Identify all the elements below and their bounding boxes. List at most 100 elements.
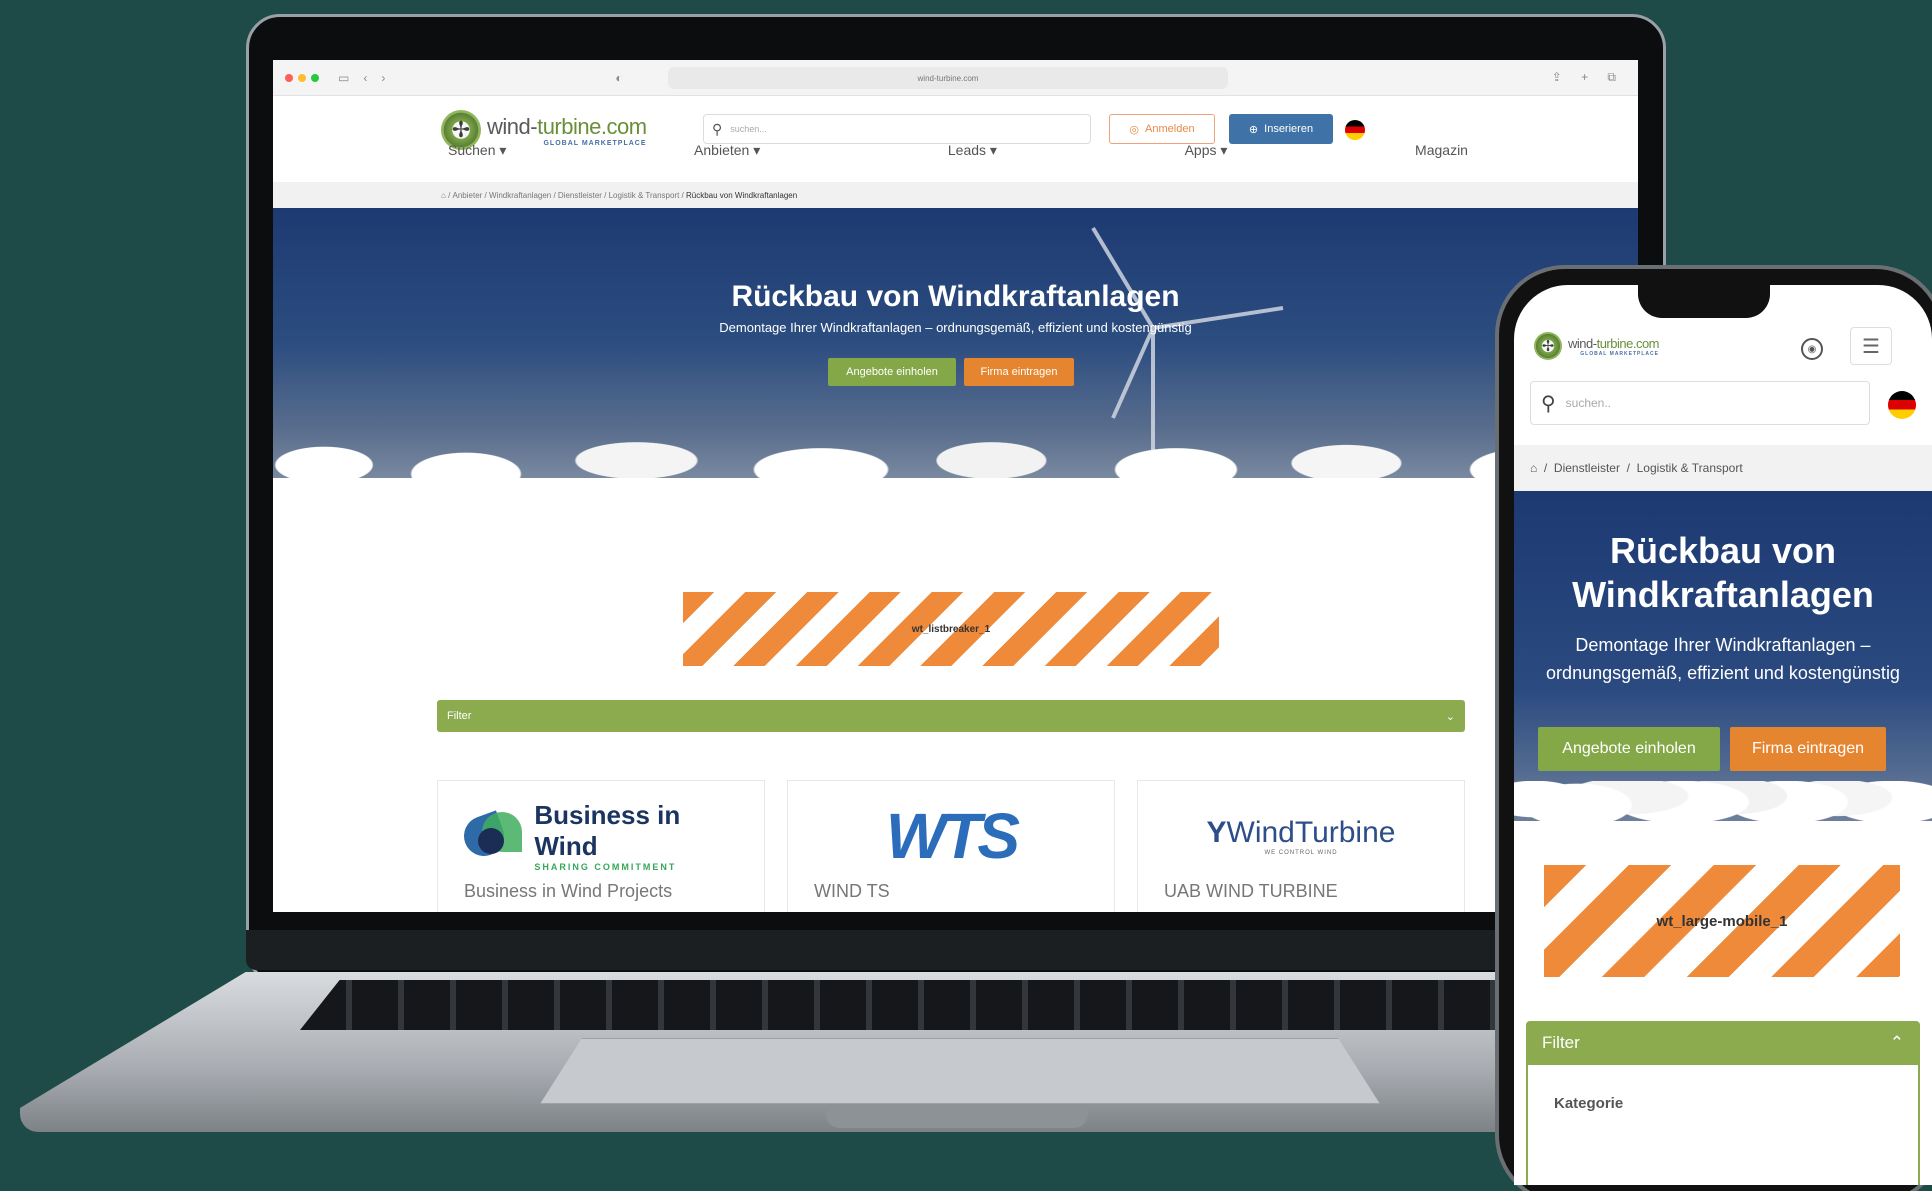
breadcrumb: ⌂ / Dienstleister / Logistik & Transport [1514,445,1932,491]
business-in-wind-logo: Business in Wind SHARING COMMITMENT [458,800,738,872]
company-name: WIND TS [814,881,890,901]
filter-label: Filter [1542,1033,1580,1052]
search-placeholder: suchen.. [1565,396,1612,410]
shield-icon: ◐ [615,70,623,85]
site-logo[interactable]: ✢ wind-turbine.com GLOBAL MARKETPLACE [1534,332,1660,360]
hero-banner: Rückbau von Windkraftanlagen Demontage I… [273,208,1638,508]
get-offers-button[interactable]: Angebote einholen [1538,727,1720,771]
hero-banner: Rückbau von Windkraftanlagen Demontage I… [1514,491,1932,821]
nav-item-leads[interactable]: Leads ▾ [948,142,997,159]
logo-title-b: turbine.com [537,113,647,139]
cloud-decoration [273,438,1638,508]
minimize-window-dot[interactable] [298,73,306,82]
ad-placeholder[interactable]: wt_large-mobile_1 [1544,865,1900,977]
plus-circle-icon: ⊕ [1248,123,1259,136]
browser-toolbar: ▭ ‹ › ◐ wind-turbine.com ⇪ + ⧉ [273,60,1638,96]
wts-logo: WTS [814,800,1088,872]
company-card[interactable]: WTS WIND TS [787,780,1115,912]
login-button[interactable]: ◎ Anmelden [1109,114,1215,144]
add-company-button[interactable]: Firma eintragen [1730,727,1886,771]
breadcrumb-item[interactable]: Logistik & Transport [1637,461,1743,475]
breadcrumb-item[interactable]: Windkraftanlagen [489,191,551,200]
user-icon: ◎ [1129,123,1140,136]
user-icon[interactable]: ◉ [1801,338,1823,360]
nav-item-magazin[interactable]: Magazin [1415,142,1468,159]
filter-category-heading: Kategorie [1554,1095,1624,1112]
hero-subtitle: Demontage Ihrer Windkraftanlagen – ordnu… [1546,635,1900,683]
ad-label: wt_large-mobile_1 [1656,912,1788,930]
language-flag-de-icon[interactable] [1345,120,1365,140]
wind-turbine-illustration [1091,226,1284,458]
breadcrumb-item[interactable]: Dienstleister [1554,461,1620,475]
logo-tagline: SHARING COMMITMENT [534,862,677,872]
phone-notch [1638,282,1770,318]
nav-item-suchen[interactable]: Suchen ▾ [448,142,506,159]
laptop-chin [246,930,1666,970]
company-cards: Business in Wind SHARING COMMITMENT Busi… [437,780,1465,912]
login-label: Anmelden [1145,123,1195,135]
nav-item-apps[interactable]: Apps ▾ [1185,142,1228,159]
insert-button[interactable]: ⊕ Inserieren [1229,114,1333,144]
breadcrumb: ⌂ / Anbieter / Windkraftanlagen / Dienst… [273,182,1638,208]
laptop-keyboard [300,980,1620,1030]
home-icon[interactable]: ⌂ [441,191,446,200]
breadcrumb-item[interactable]: Dienstleister [558,191,602,200]
logo-text: WTS [885,800,1020,872]
wind-turbine-logo-icon: ✢ [1534,332,1562,360]
search-input[interactable]: ⚲ suchen.. [1530,381,1870,425]
maximize-window-dot[interactable] [311,73,319,82]
company-card[interactable]: Business in Wind SHARING COMMITMENT Busi… [437,780,765,912]
ad-label: wt_listbreaker_1 [911,623,991,635]
hamburger-menu-icon[interactable]: ☰ [1850,327,1892,365]
filter-panel [1526,1065,1920,1185]
search-placeholder: suchen... [730,124,767,134]
filter-label: Filter [447,710,472,722]
browser-actions[interactable]: ⇪ + ⧉ [1552,70,1624,85]
insert-label: Inserieren [1264,123,1314,135]
breadcrumb-item[interactable]: Anbieter [453,191,483,200]
hero-title-line: Windkraftanlagen [1572,574,1874,615]
laptop-trackpad [540,1038,1380,1104]
hero-title-line: Rückbau von [1609,530,1837,571]
back-arrow-icon[interactable]: ‹ [363,71,367,85]
company-name: UAB WIND TURBINE [1164,881,1338,901]
turbine-logo-icon: Y [1206,816,1227,849]
cloud-decoration [1514,781,1932,821]
add-company-button[interactable]: Firma eintragen [964,358,1074,386]
forward-arrow-icon[interactable]: › [381,71,385,85]
company-name: Business in Wind Projects [464,881,673,901]
phone-screen: ✢ wind-turbine.com GLOBAL MARKETPLACE ◉ … [1514,285,1932,1185]
logo-title-b: turbine.com [1596,335,1660,351]
language-flag-de-icon[interactable] [1888,391,1916,419]
hero-subtitle: Demontage Ihrer Windkraftanlagen – ordnu… [719,320,1192,335]
filter-toggle[interactable]: Filter ⌃ [1526,1021,1920,1065]
logo-tagline: WE CONTROL WIND [1264,850,1338,856]
breadcrumb-item[interactable]: Logistik & Transport [609,191,680,200]
hero-title: Rückbau von Windkraftanlagen [1514,529,1932,617]
filter-toggle[interactable]: Filter ⌄ [437,700,1465,732]
search-icon: ⚲ [712,120,723,137]
windturbine-logo: YWindTurbine WE CONTROL WIND [1164,805,1438,867]
logo-title-a: wind- [487,113,538,139]
breadcrumb-current: Rückbau von Windkraftanlagen [685,190,798,200]
get-offers-button[interactable]: Angebote einholen [828,358,956,386]
main-nav: Suchen ▾ Anbieten ▾ Leads ▾ Apps ▾ Magaz… [448,142,1468,159]
chevron-up-icon: ⌃ [1889,1033,1904,1052]
laptop-screen: ▭ ‹ › ◐ wind-turbine.com ⇪ + ⧉ ✢ wind-tu… [273,60,1638,912]
logo-text: WindTurbine [1226,816,1396,849]
nav-item-anbieten[interactable]: Anbieten ▾ [694,142,760,159]
sidebar-toggle-icon[interactable]: ▭ [338,71,349,85]
home-icon[interactable]: ⌂ [1530,461,1537,475]
logo-title-a: wind- [1568,335,1597,351]
address-bar[interactable]: wind-turbine.com [668,67,1228,89]
logo-text: Business in Wind [534,800,681,861]
close-window-dot[interactable] [285,73,293,82]
search-icon: ⚲ [1541,392,1556,415]
company-card[interactable]: YWindTurbine WE CONTROL WIND UAB WIND TU… [1137,780,1465,912]
search-input[interactable]: ⚲ suchen... [703,114,1091,144]
chevron-down-icon: ⌄ [1445,710,1455,723]
ad-placeholder[interactable]: wt_listbreaker_1 [683,592,1219,666]
laptop-base-notch [826,1104,1088,1128]
logo-subtitle: GLOBAL MARKETPLACE [1580,350,1659,357]
business-in-wind-logo-icon [458,808,522,864]
